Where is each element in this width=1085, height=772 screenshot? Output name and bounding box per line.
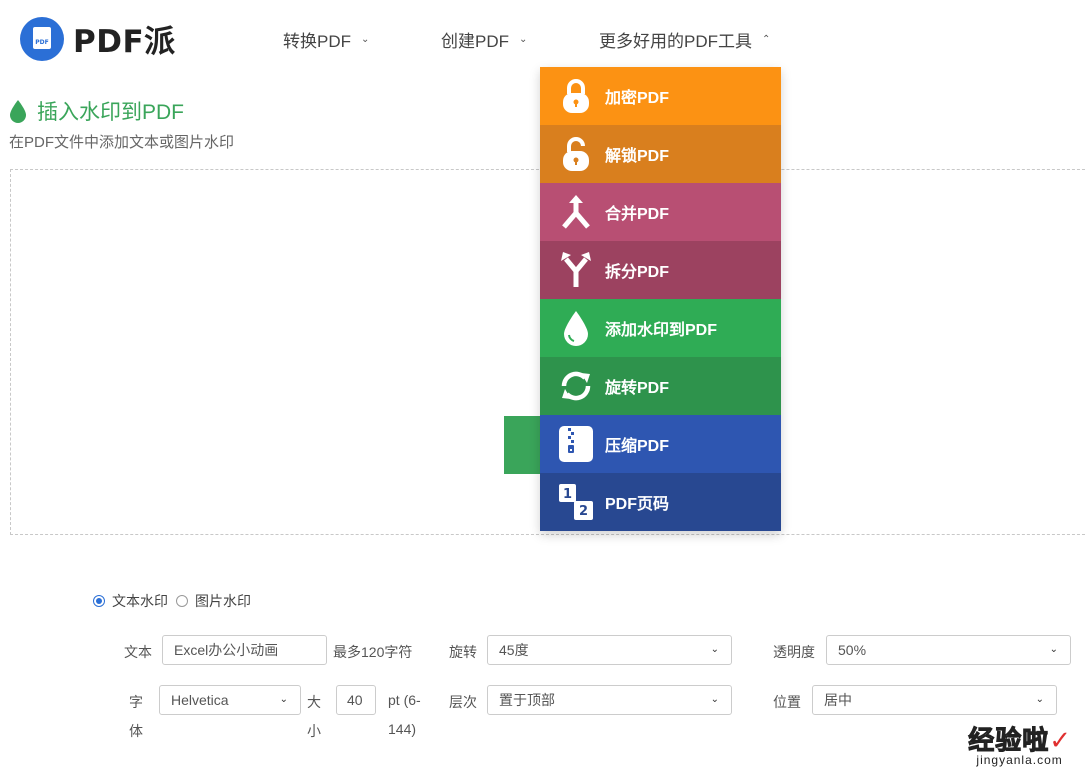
chevron-down-icon: ⌄ [1049, 644, 1058, 655]
position-label: 位置 [773, 694, 801, 710]
upload-button[interactable] [504, 416, 544, 474]
menu-item-add-watermark[interactable]: 添加水印到PDF [540, 299, 781, 357]
chevron-down-icon: ⌄ [519, 34, 528, 45]
opacity-value: 50% [838, 642, 867, 658]
merge-icon [558, 192, 594, 232]
logo[interactable]: PDF PDF派 [20, 16, 176, 61]
water-drop-icon [10, 100, 26, 123]
text-hint: 最多120字符 [333, 644, 413, 660]
chevron-down-icon: ⌄ [279, 694, 288, 705]
split-icon [558, 250, 594, 290]
size-hint-1: pt (6- [388, 692, 421, 708]
nav-label: 更多好用的PDF工具 [599, 32, 752, 51]
layer-label: 层次 [449, 694, 477, 710]
menu-item-label: 解锁PDF [605, 148, 670, 165]
chevron-down-icon: ⌄ [1035, 694, 1044, 705]
nav-create-pdf[interactable]: 创建PDF ⌄ [441, 27, 527, 52]
text-label: 文本 [124, 644, 152, 660]
lock-icon [558, 76, 594, 116]
position-value: 居中 [824, 692, 852, 708]
unlock-icon [558, 134, 594, 174]
layer-value: 置于顶部 [499, 692, 555, 708]
size-label-2: 小 [307, 723, 321, 739]
svg-text:1: 1 [563, 487, 572, 502]
menu-item-unlock-pdf[interactable]: 解锁PDF [540, 125, 781, 183]
layer-select[interactable]: 置于顶部 ⌄ [487, 685, 732, 715]
menu-item-label: 拆分PDF [605, 264, 670, 281]
zip-icon [558, 424, 594, 464]
logo-icon: PDF [20, 16, 64, 61]
menu-item-rotate-pdf[interactable]: 旋转PDF [540, 357, 781, 415]
rotate-select[interactable]: 45度 ⌄ [487, 635, 732, 665]
position-select[interactable]: 居中 ⌄ [812, 685, 1057, 715]
font-label-2: 体 [129, 723, 143, 739]
size-input[interactable]: 40 [336, 685, 376, 715]
water-drop-icon [558, 308, 594, 348]
radio-image-watermark-label[interactable]: 图片水印 [195, 591, 251, 611]
logo-text: PDF派 [73, 24, 176, 60]
watermark-text-value: Excel办公小动画 [174, 642, 279, 658]
size-value: 40 [347, 692, 363, 708]
chevron-up-icon: ⌃ [762, 34, 771, 45]
rotate-label: 旋转 [449, 644, 477, 660]
nav-convert-pdf[interactable]: 转换PDF ⌄ [283, 27, 369, 52]
size-hint-2: 144) [388, 721, 417, 737]
menu-item-encrypt-pdf[interactable]: 加密PDF [540, 67, 781, 125]
opacity-select[interactable]: 50% ⌄ [826, 635, 1071, 665]
chevron-down-icon: ⌄ [361, 34, 370, 45]
font-value: Helvetica [171, 692, 229, 708]
size-label-1: 大 [307, 694, 321, 710]
menu-item-merge-pdf[interactable]: 合并PDF [540, 183, 781, 241]
rotate-value: 45度 [499, 642, 529, 658]
chevron-down-icon: ⌄ [710, 644, 719, 655]
menu-item-label: PDF页码 [605, 496, 670, 513]
chevron-down-icon: ⌄ [710, 694, 719, 705]
nav-label: 创建PDF [441, 32, 509, 51]
radio-text-watermark-label[interactable]: 文本水印 [112, 591, 168, 611]
nav-more-tools[interactable]: 更多好用的PDF工具 ⌃ [599, 27, 770, 52]
site-watermark: 经验啦✓ jingyanla.com [968, 720, 1071, 768]
radio-image-watermark[interactable] [176, 595, 188, 607]
menu-item-compress-pdf[interactable]: 压缩PDF [540, 415, 781, 473]
watermark-text-input[interactable]: Excel办公小动画 [162, 635, 327, 665]
more-tools-dropdown: 加密PDF 解锁PDF 合并PDF 拆分PDF 添加水印到PDF 旋转PDF 压… [540, 67, 781, 531]
rotate-icon [558, 366, 594, 406]
page-heading: 插入水印到PDF [9, 96, 184, 126]
font-select[interactable]: Helvetica ⌄ [159, 685, 301, 715]
nav-label: 转换PDF [283, 32, 351, 51]
menu-item-label: 旋转PDF [605, 380, 670, 397]
page-title: 插入水印到PDF [37, 101, 184, 124]
logo-badge: PDF [35, 38, 49, 46]
page-number-icon: 12 [558, 482, 594, 522]
radio-text-watermark[interactable] [93, 595, 105, 607]
watermark-sub-text: jingyanla.com [976, 753, 1063, 767]
watermark-main-text: 经验啦 [968, 725, 1050, 756]
menu-item-label: 压缩PDF [605, 438, 670, 455]
menu-item-label: 添加水印到PDF [605, 322, 718, 339]
menu-item-label: 加密PDF [605, 90, 670, 107]
watermark-type-group: 文本水印 图片水印 [93, 591, 259, 611]
menu-item-label: 合并PDF [605, 206, 670, 223]
checkmark-icon: ✓ [1049, 725, 1071, 755]
menu-item-page-numbers[interactable]: 12 PDF页码 [540, 473, 781, 531]
opacity-label: 透明度 [773, 644, 815, 660]
svg-text:2: 2 [579, 504, 588, 519]
menu-item-split-pdf[interactable]: 拆分PDF [540, 241, 781, 299]
page-subtitle: 在PDF文件中添加文本或图片水印 [9, 134, 235, 151]
font-label-1: 字 [129, 694, 143, 710]
